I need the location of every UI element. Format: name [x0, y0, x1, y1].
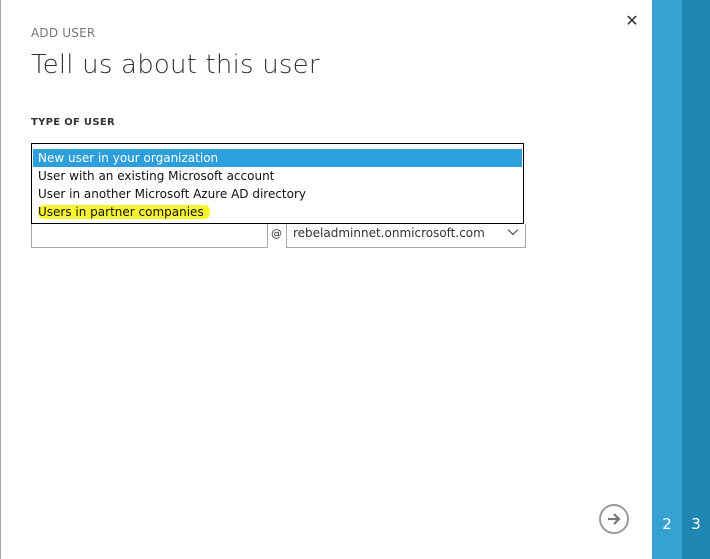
- chevron-down-icon: [507, 229, 519, 236]
- add-user-dialog: ✕ ADD USER Tell us about this user TYPE …: [0, 0, 710, 559]
- step-number: 3: [691, 515, 701, 533]
- option-microsoft-account[interactable]: User with an existing Microsoft account: [33, 167, 522, 185]
- dialog-left-border: [0, 0, 1, 559]
- type-of-user-label: TYPE OF USER: [31, 117, 115, 128]
- next-button[interactable]: [599, 504, 629, 534]
- arrow-right-icon: [608, 513, 621, 525]
- option-label: Users in partner companies: [38, 205, 210, 219]
- option-label: User with an existing Microsoft account: [38, 169, 275, 183]
- domain-select-value: rebeladminnet.onmicrosoft.com: [293, 226, 485, 240]
- domain-select[interactable]: rebeladminnet.onmicrosoft.com: [286, 224, 526, 248]
- at-sign: @: [271, 227, 282, 240]
- option-new-user[interactable]: New user in your organization: [33, 149, 522, 167]
- step-number: 2: [662, 515, 672, 533]
- option-label: New user in your organization: [38, 151, 219, 165]
- option-other-azure-directory[interactable]: User in another Microsoft Azure AD direc…: [33, 185, 522, 203]
- user-name-input[interactable]: [31, 224, 268, 248]
- close-icon[interactable]: ✕: [622, 11, 642, 31]
- option-partner-companies[interactable]: Users in partner companies: [33, 203, 522, 221]
- wizard-step-3[interactable]: 3: [682, 0, 710, 559]
- wizard-step-2[interactable]: 2: [652, 0, 682, 559]
- type-of-user-listbox[interactable]: New user in your organization User with …: [31, 143, 524, 224]
- page-title: Tell us about this user: [31, 50, 320, 80]
- step-label: ADD USER: [31, 26, 96, 40]
- option-label: User in another Microsoft Azure AD direc…: [38, 187, 307, 201]
